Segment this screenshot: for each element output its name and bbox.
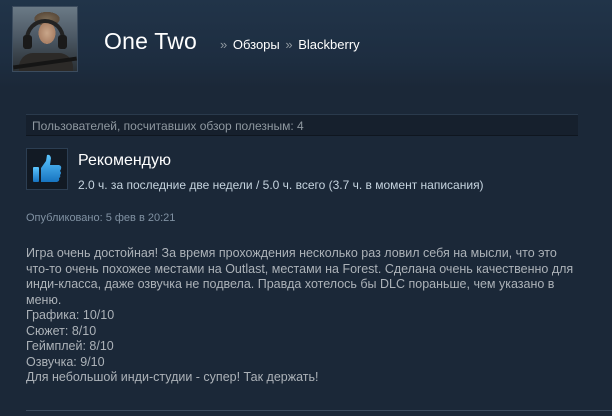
breadcrumb-reviews-link[interactable]: Обзоры	[233, 37, 280, 52]
profile-header: One Two » Обзоры » Blackberry	[0, 0, 612, 88]
review-line: что-то очень похожее местами на Outlast,…	[26, 261, 574, 276]
breadcrumb-separator: »	[285, 37, 293, 52]
headphone-left	[23, 35, 32, 49]
user-avatar-icon[interactable]	[12, 6, 78, 72]
playtime-hours: 2.0 ч. за последние две недели / 5.0 ч. …	[78, 178, 484, 192]
divider	[26, 410, 612, 411]
posted-date: Опубликовано: 5 фев в 20:21	[26, 212, 176, 224]
review-line: Для небольшой инди-студии - супер! Так д…	[26, 370, 319, 384]
profile-username[interactable]: One Two	[104, 28, 197, 55]
review-body: Игра очень достойная! За время прохожден…	[26, 246, 606, 386]
thumbs-up-icon	[26, 148, 68, 190]
review-line: Геймплей: 8/10	[26, 339, 114, 353]
breadcrumb-separator: »	[220, 37, 228, 52]
helpful-count-bar: Пользователей, посчитавших обзор полезны…	[26, 114, 578, 136]
review-line: меню.	[26, 292, 62, 307]
thumbs-up-svg	[33, 154, 62, 182]
review-line: Сюжет: 8/10	[26, 323, 97, 338]
review-line: Озвучка: 9/10	[26, 354, 105, 369]
review-line: инди-класса, даже озвучка не подвела. Пр…	[26, 277, 555, 291]
review-verdict: Рекомендую	[78, 152, 172, 169]
review-line: Графика: 10/10	[26, 308, 115, 322]
breadcrumb-game-link[interactable]: Blackberry	[298, 37, 359, 52]
breadcrumb: » Обзоры » Blackberry	[218, 37, 360, 52]
review-line: Игра очень достойная! За время прохожден…	[26, 246, 557, 260]
headphone-right	[58, 35, 67, 49]
